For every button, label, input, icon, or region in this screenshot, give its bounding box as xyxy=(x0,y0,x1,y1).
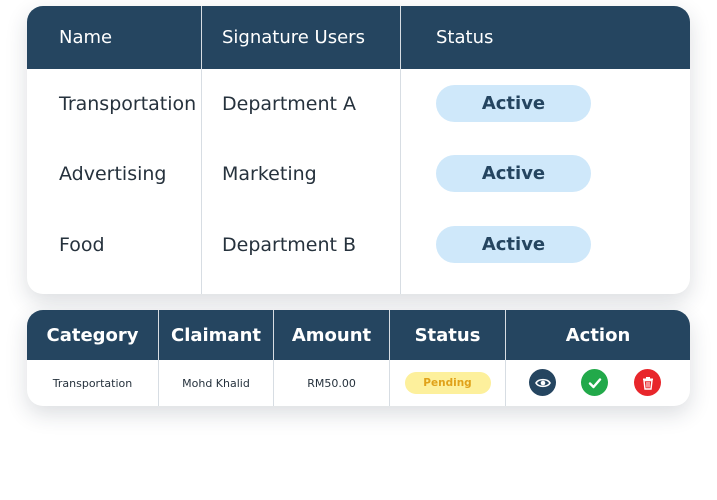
status-badge: Active xyxy=(436,85,591,122)
signature-table-header: Name Signature Users Status xyxy=(27,6,690,69)
claim-status-cell: Pending xyxy=(390,360,505,406)
view-button[interactable] xyxy=(529,369,556,396)
status-badge: Active xyxy=(436,226,591,263)
column-divider xyxy=(505,310,506,406)
claim-amount: RM50.00 xyxy=(307,376,356,390)
header-status: Status xyxy=(414,324,481,346)
check-icon xyxy=(588,377,601,388)
status-badge: Active xyxy=(436,155,591,192)
row-name: Advertising xyxy=(59,163,167,185)
trash-icon xyxy=(642,376,653,390)
header-action: Action xyxy=(565,324,631,346)
row-users: Marketing xyxy=(222,163,317,185)
approve-button[interactable] xyxy=(581,369,608,396)
eye-icon xyxy=(534,378,551,387)
table-row[interactable]: Advertising Marketing Active xyxy=(27,139,690,209)
status-badge-pending: Pending xyxy=(404,372,491,394)
claims-table-header: Category Claimant Amount Status Action xyxy=(27,310,690,360)
row-users: Department B xyxy=(222,234,357,256)
delete-button[interactable] xyxy=(634,369,661,396)
claims-table: Category Claimant Amount Status Action T… xyxy=(27,310,690,406)
header-status: Status xyxy=(436,27,494,48)
row-users: Department A xyxy=(222,93,357,115)
table-row[interactable]: Transportation Department A Active xyxy=(27,69,690,139)
claim-claimant: Mohd Khalid xyxy=(182,376,250,390)
header-name: Name xyxy=(59,27,113,48)
row-name: Food xyxy=(59,234,105,256)
claim-category: Transportation xyxy=(52,376,133,390)
header-category: Category xyxy=(46,324,139,346)
signature-table: Name Signature Users Status Transportati… xyxy=(27,6,690,294)
header-amount: Amount xyxy=(291,324,372,346)
header-signature-users: Signature Users xyxy=(222,27,365,48)
table-row[interactable]: Food Department B Active xyxy=(27,210,690,280)
header-claimant: Claimant xyxy=(170,324,262,346)
row-name: Transportation xyxy=(59,93,197,115)
